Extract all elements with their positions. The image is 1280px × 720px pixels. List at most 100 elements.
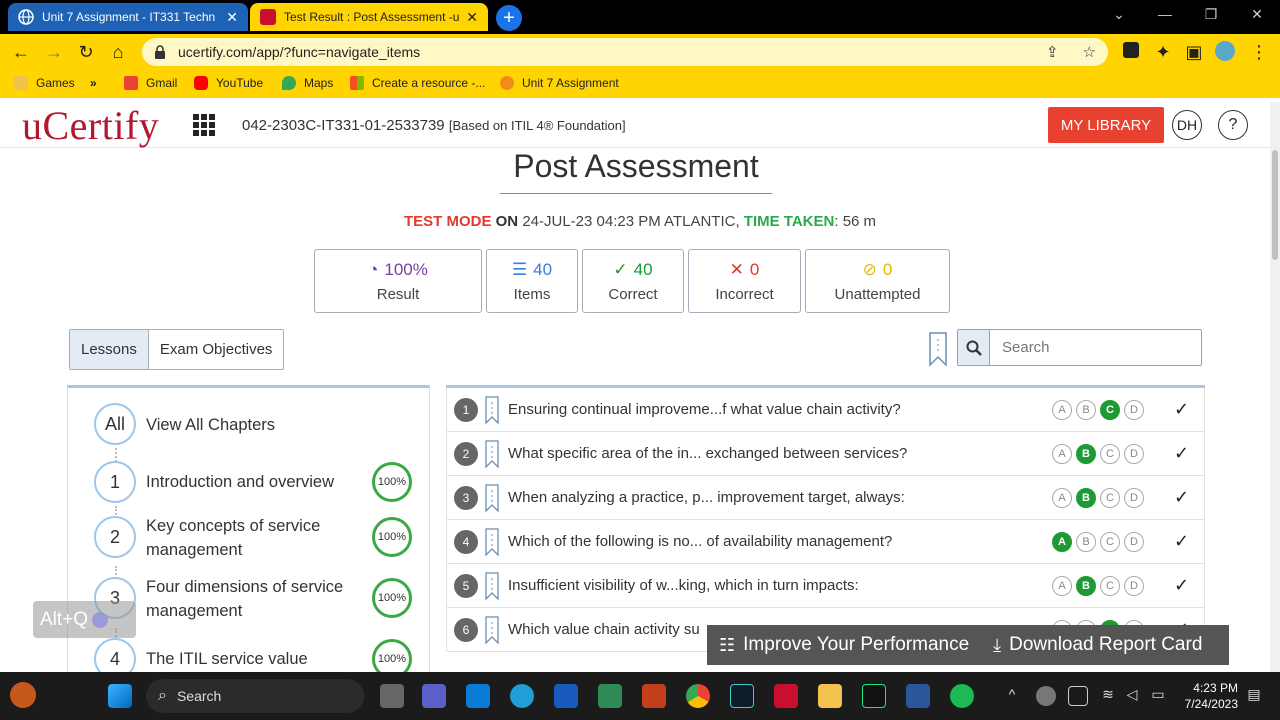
bookmark-filter-icon[interactable]	[928, 331, 948, 367]
bookmark-star-icon[interactable]: ☆	[1083, 43, 1096, 61]
alt-q-overlay[interactable]: Alt+Q	[33, 601, 136, 638]
improve-performance-button[interactable]: ☷ Improve Your Performance	[707, 634, 981, 656]
excel-icon[interactable]	[598, 684, 622, 708]
bookmark-icon[interactable]	[485, 396, 499, 424]
extensions-puzzle-icon[interactable]: ✦	[1152, 41, 1174, 63]
bookmark-icon[interactable]	[485, 616, 499, 644]
battery-icon[interactable]: ▭	[1148, 686, 1168, 706]
word-icon[interactable]	[906, 684, 930, 708]
taskbar-search[interactable]: ⌕ Search	[146, 679, 364, 713]
spotify-icon[interactable]	[950, 684, 974, 708]
forward-icon[interactable]: →	[43, 41, 65, 63]
question-text[interactable]: What specific area of the in... exchange…	[508, 445, 907, 462]
ucertify-logo[interactable]: uCertify	[22, 102, 159, 149]
stat-result[interactable]: ◔ 100% Result	[314, 249, 482, 313]
tab-lessons[interactable]: Lessons	[70, 330, 149, 369]
tab-exam-objectives[interactable]: Exam Objectives	[149, 330, 284, 369]
chrome-icon[interactable]	[686, 684, 710, 708]
bookmark-games[interactable]: Games	[14, 76, 75, 90]
restore-icon[interactable]: ❐	[1188, 6, 1234, 23]
download-report-card-button[interactable]: ⤓ Download Report Card	[981, 634, 1214, 656]
hulu-icon[interactable]	[862, 684, 886, 708]
site-header: uCertify 042-2303C-IT331-01-2533739 [Bas…	[0, 102, 1270, 148]
question-row[interactable]: 2 What specific area of the in... exchang…	[446, 432, 1205, 476]
question-text[interactable]: Which value chain activity su	[508, 621, 700, 638]
search-icon[interactable]	[958, 330, 990, 365]
tray-chevron-icon[interactable]: ^	[1002, 686, 1022, 706]
chrome-menu-icon[interactable]: ⋮	[1248, 41, 1270, 63]
correct-check-icon: ✓	[1174, 531, 1190, 551]
share-icon[interactable]: ⇪	[1046, 43, 1059, 61]
file-explorer-icon[interactable]	[818, 684, 842, 708]
stat-correct[interactable]: ✓ 40 Correct	[582, 249, 684, 313]
close-tab-icon[interactable]: ✕	[226, 9, 238, 26]
visio-icon[interactable]	[554, 684, 578, 708]
bookmark-maps[interactable]: Maps	[282, 76, 333, 90]
option-b-badge: B	[1076, 576, 1096, 596]
store-icon[interactable]	[466, 684, 490, 708]
help-button[interactable]: ?	[1218, 110, 1248, 140]
new-tab-button[interactable]: +	[496, 5, 522, 31]
question-text[interactable]: Ensuring continual improveme...f what va…	[508, 401, 901, 418]
notifications-icon[interactable]: ▤	[1244, 686, 1264, 706]
answer-options: ABCD	[1052, 488, 1148, 508]
stat-incorrect[interactable]: ✕ 0 Incorrect	[688, 249, 801, 313]
ucertify-taskbar-icon[interactable]	[774, 684, 798, 708]
search-input[interactable]	[990, 330, 1201, 365]
address-bar[interactable]: ucertify.com/app/?func=navigate_items ⇪ …	[142, 38, 1108, 66]
my-library-button[interactable]: MY LIBRARY	[1048, 107, 1164, 143]
stat-unattempted[interactable]: ⊘ 0 Unattempted	[805, 249, 950, 313]
user-avatar[interactable]: DH	[1172, 110, 1202, 140]
clock-date: 7/24/2023	[1184, 697, 1238, 711]
profile-avatar-icon[interactable]	[1214, 41, 1236, 63]
bookmark-icon[interactable]	[485, 484, 499, 512]
volume-icon[interactable]: ◁	[1122, 686, 1142, 706]
back-icon[interactable]: ←	[10, 41, 32, 63]
side-panel-icon[interactable]: ▣	[1183, 41, 1205, 63]
reload-icon[interactable]: ↻	[75, 41, 97, 63]
option-a-badge: A	[1052, 532, 1072, 552]
extension-crown-icon[interactable]	[1120, 41, 1142, 63]
bookmark-youtube[interactable]: YouTube	[194, 76, 263, 90]
question-text[interactable]: Insufficient visibility of w...king, whi…	[508, 577, 859, 594]
globe-icon	[18, 9, 34, 25]
minimize-icon[interactable]: —	[1142, 6, 1188, 22]
bookmark-icon[interactable]	[485, 440, 499, 468]
onedrive-icon[interactable]	[1036, 686, 1056, 706]
home-icon[interactable]: ⌂	[107, 41, 129, 63]
question-row[interactable]: 4 Which of the following is no... of avai…	[446, 520, 1205, 564]
question-number: 2	[454, 442, 478, 466]
browser-tab-unit7[interactable]: Unit 7 Assignment - IT331 Techn ✕	[8, 3, 248, 31]
widgets-icon[interactable]	[10, 682, 36, 708]
question-text[interactable]: Which of the following is no... of avail…	[508, 533, 892, 550]
page-icon	[500, 76, 514, 90]
bookmark-icon[interactable]	[485, 572, 499, 600]
tab-search-icon[interactable]: ⌄	[1096, 6, 1142, 23]
close-window-icon[interactable]: ✕	[1234, 6, 1280, 23]
bookmark-icon[interactable]	[485, 528, 499, 556]
stat-value: 40	[533, 260, 553, 279]
close-tab-icon[interactable]: ✕	[466, 9, 478, 26]
keyboard-icon[interactable]	[1068, 686, 1088, 706]
question-row[interactable]: 5 Insufficient visibility of w...king, wh…	[446, 564, 1205, 608]
edge-icon[interactable]	[510, 684, 534, 708]
terminal-icon[interactable]	[730, 684, 754, 708]
apps-grid-icon[interactable]	[193, 114, 215, 136]
powerpoint-icon[interactable]	[642, 684, 666, 708]
stat-items[interactable]: ☰ 40 Items	[486, 249, 578, 313]
ucertify-favicon-icon	[260, 9, 276, 25]
teams-icon[interactable]	[422, 684, 446, 708]
start-icon[interactable]	[108, 684, 132, 708]
more-bookmarks-icon[interactable]: »	[90, 76, 97, 90]
bookmark-unit7[interactable]: Unit 7 Assignment	[500, 76, 619, 90]
scrollbar-thumb[interactable]	[1272, 150, 1278, 260]
bookmark-create-resource[interactable]: Create a resource -...	[350, 76, 485, 90]
system-clock[interactable]: 4:23 PM 7/24/2023	[1176, 680, 1238, 712]
question-row[interactable]: 3 When analyzing a practice, p... improve…	[446, 476, 1205, 520]
task-view-icon[interactable]	[380, 684, 404, 708]
question-text[interactable]: When analyzing a practice, p... improvem…	[508, 489, 905, 506]
question-row[interactable]: 1 Ensuring continual improveme...f what v…	[446, 388, 1205, 432]
bookmark-gmail[interactable]: Gmail	[124, 76, 177, 90]
browser-tab-test-result[interactable]: Test Result : Post Assessment -uC ✕	[250, 3, 488, 31]
wifi-icon[interactable]: ≋	[1098, 686, 1118, 706]
